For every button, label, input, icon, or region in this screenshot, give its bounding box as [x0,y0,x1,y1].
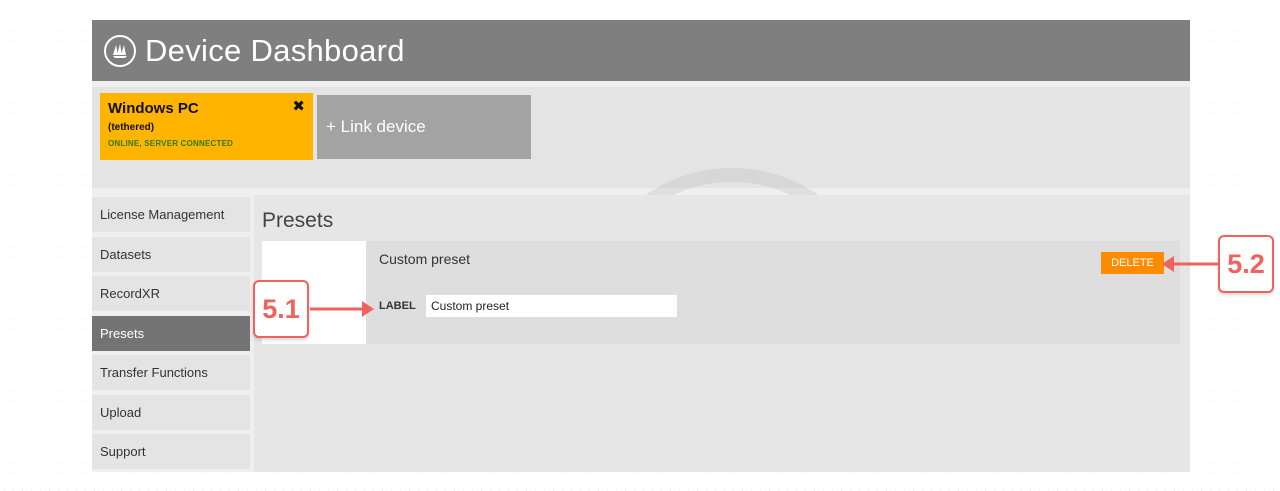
sidebar-item-recordxr[interactable]: RecordXR [92,276,250,311]
delete-button[interactable]: DELETE [1101,252,1164,274]
sidebar-item-support[interactable]: Support [92,434,250,469]
page-title: Device Dashboard [145,32,405,68]
label-caption: LABEL [379,300,416,312]
preset-name: Custom preset [379,251,471,267]
sailboat-logo-icon [104,34,136,67]
sidebar-item-transfer-functions[interactable]: Transfer Functions [92,355,250,390]
callout-arrow-delete [1162,256,1218,272]
sidebar-item-upload[interactable]: Upload [92,394,250,430]
close-icon[interactable]: ✖ [292,97,305,115]
sidebar-item-datasets[interactable]: Datasets [92,236,250,272]
device-card-windows-pc[interactable]: Windows PC (tethered) ONLINE, SERVER CON… [100,93,313,160]
device-status: ONLINE, SERVER CONNECTED [108,139,234,148]
preset-label-input[interactable] [426,295,677,317]
sidebar-item-presets[interactable]: Presets [92,315,250,351]
dashboard-app: Device Dashboard Windows PC (tethered) O… [92,20,1190,472]
preset-card: Custom preset LABEL DELETE [262,241,1180,344]
presets-panel: Presets Custom preset LABEL DELETE [254,195,1190,472]
section-title: Presets [262,209,334,232]
sidebar-item-license-management[interactable]: License Management [92,197,250,232]
callout-arrow-label [310,301,374,317]
device-bar: Windows PC (tethered) ONLINE, SERVER CON… [92,87,1190,188]
callout-delete: 5.2 [1218,235,1274,293]
app-header: Device Dashboard [92,20,1190,81]
link-device-button[interactable]: + Link device [317,95,531,159]
sidebar: License Management Datasets RecordXR Pre… [92,197,250,474]
device-name: Windows PC [108,100,199,117]
callout-label: 5.1 [253,280,309,338]
device-mode: (tethered) [108,122,155,133]
